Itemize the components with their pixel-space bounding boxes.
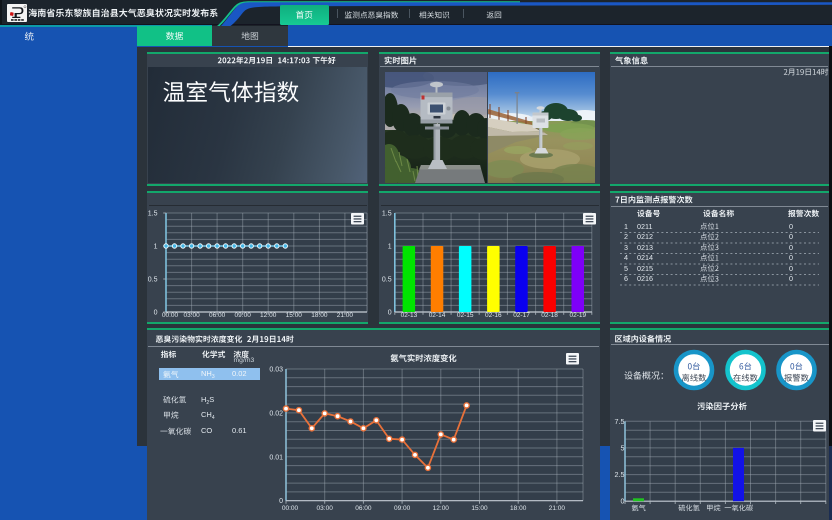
svg-text:06:00: 06:00 [209, 311, 226, 318]
svg-text:2.5: 2.5 [615, 470, 625, 479]
svg-text:0: 0 [621, 497, 625, 506]
svg-text:0.01: 0.01 [269, 454, 283, 461]
svg-text:12:00: 12:00 [433, 505, 450, 512]
svg-text:0: 0 [154, 309, 158, 316]
svg-text:0.5: 0.5 [148, 276, 158, 283]
svg-text:1: 1 [388, 243, 392, 250]
svg-text:03:00: 03:00 [183, 311, 200, 318]
svg-text:02-19: 02-19 [569, 311, 586, 318]
svg-text:18:00: 18:00 [510, 505, 527, 512]
svg-text:02-15: 02-15 [457, 311, 474, 318]
svg-text:00:00: 00:00 [282, 505, 299, 512]
svg-text:02-16: 02-16 [485, 311, 502, 318]
svg-text:0.02: 0.02 [269, 410, 283, 417]
svg-text:7.5: 7.5 [615, 417, 625, 426]
svg-text:02-13: 02-13 [401, 311, 418, 318]
svg-text:1.5: 1.5 [148, 210, 158, 217]
svg-text:12:00: 12:00 [260, 311, 277, 318]
svg-text:06:00: 06:00 [355, 505, 372, 512]
svg-text:00:00: 00:00 [162, 311, 179, 318]
svg-text:15:00: 15:00 [471, 505, 488, 512]
svg-text:02-17: 02-17 [513, 311, 530, 318]
svg-text:1.5: 1.5 [382, 210, 392, 217]
svg-text:0.03: 0.03 [269, 367, 283, 374]
svg-text:5: 5 [621, 443, 625, 452]
svg-text:03:00: 03:00 [317, 505, 334, 512]
svg-text:02-14: 02-14 [429, 311, 446, 318]
svg-text:21:00: 21:00 [337, 311, 354, 318]
svg-text:09:00: 09:00 [235, 311, 252, 318]
svg-text:21:00: 21:00 [549, 505, 566, 512]
svg-text:0.5: 0.5 [382, 276, 392, 283]
svg-text:18:00: 18:00 [311, 311, 328, 318]
svg-text:1: 1 [154, 243, 158, 250]
svg-text:15:00: 15:00 [286, 311, 303, 318]
svg-text:0: 0 [388, 309, 392, 316]
svg-text:02-18: 02-18 [541, 311, 558, 318]
svg-text:09:00: 09:00 [394, 505, 411, 512]
